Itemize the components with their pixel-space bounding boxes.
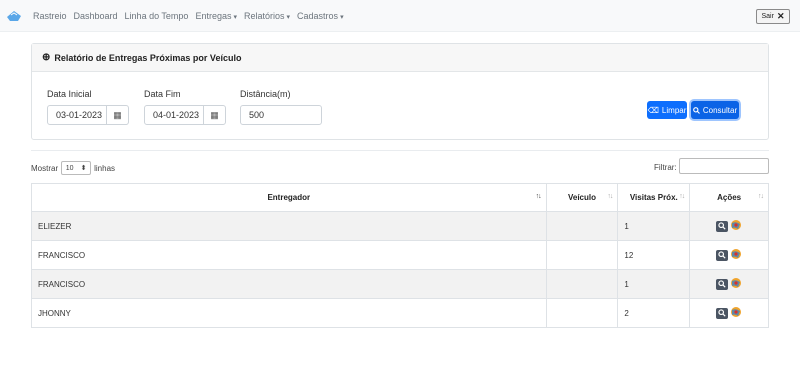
sort-icon[interactable]: ↑↓ [758, 193, 764, 200]
header-label: Veículo [567, 193, 596, 202]
table-row: JHONNY 2 [32, 298, 768, 327]
table-row: FRANCISCO 12 [32, 240, 768, 269]
card-title: Relatório de Entregas Próximas por Veícu… [54, 52, 242, 63]
data-inicial-field[interactable]: 03-01-2023 ▦ [47, 105, 129, 125]
map-pin-icon[interactable] [730, 249, 742, 261]
map-pin-icon[interactable] [730, 220, 742, 232]
cell-visitas: 2 [617, 299, 689, 327]
cell-entregador: FRANCISCO [38, 250, 86, 260]
data-fim-label: Data Fim [144, 89, 181, 99]
data-fim-value: 04-01-2023 [153, 110, 200, 120]
limpar-label: Limpar [661, 105, 687, 115]
search-icon[interactable] [716, 249, 729, 261]
search-icon[interactable] [716, 278, 729, 290]
caret-down-icon: ▾ [340, 14, 344, 21]
search-icon [693, 106, 700, 114]
calendar-icon[interactable]: ▦ [203, 106, 225, 124]
header-veiculo[interactable]: Veículo ↑↓ [545, 184, 618, 211]
table-row: FRANCISCO 1 [32, 269, 768, 298]
card-header: ⊕ Relatório de Entregas Próximas por Veí… [32, 44, 768, 72]
limpar-button[interactable]: ⌫ Limpar [647, 101, 687, 119]
filter-input[interactable] [679, 158, 769, 174]
cell-veiculo [545, 241, 618, 269]
map-pin-icon[interactable] [730, 307, 742, 319]
data-inicial-value: 03-01-2023 [56, 110, 103, 120]
cell-visitas: 1 [617, 270, 689, 298]
table-header-row: Entregador ↑↓ Veículo ↑↓ Visitas Próx. ↑… [32, 184, 768, 211]
search-icon[interactable] [716, 307, 729, 319]
cell-veiculo [545, 299, 618, 327]
table-row: ELIEZER 1 [32, 211, 768, 240]
sort-updown-icon: ⬍ [80, 165, 87, 172]
search-icon[interactable] [716, 220, 729, 232]
consultar-label: Consultar [702, 105, 738, 115]
consultar-button[interactable]: Consultar [691, 101, 739, 119]
header-entregador[interactable]: Entregador ↑↓ [32, 184, 546, 211]
caret-down-icon: ▾ [233, 14, 237, 21]
report-filter-card: ⊕ Relatório de Entregas Próximas por Veí… [31, 43, 769, 140]
data-fim-field[interactable]: 04-01-2023 ▦ [144, 105, 226, 125]
top-navbar: Rastreio Dashboard Linha do Tempo Entreg… [0, 0, 800, 32]
cell-entregador: JHONNY [38, 308, 71, 318]
divider [31, 150, 769, 151]
nav-item-linha-do-tempo[interactable]: Linha do Tempo [125, 11, 189, 21]
cell-visitas: 12 [617, 241, 689, 269]
cell-acoes [689, 212, 768, 240]
logout-button[interactable]: Sair ✕ [756, 9, 790, 24]
cell-veiculo [545, 270, 618, 298]
nav-item-dashboard[interactable]: Dashboard [74, 11, 118, 21]
header-label: Entregador [267, 193, 311, 202]
sort-icon[interactable]: ↑↓ [607, 193, 613, 200]
data-inicial-label: Data Inicial [47, 89, 92, 99]
page-size-select[interactable]: 10 ⬍ [61, 161, 92, 175]
header-visitas[interactable]: Visitas Próx. ↑↓ [617, 184, 689, 211]
calendar-icon[interactable]: ▦ [106, 106, 128, 124]
cell-entregador: FRANCISCO [38, 279, 86, 289]
sort-icon[interactable]: ↑↓ [536, 193, 542, 200]
nav-menu: Rastreio Dashboard Linha do Tempo Entreg… [33, 11, 344, 21]
caret-down-icon: ▾ [286, 14, 291, 21]
distancia-value: 500 [249, 110, 265, 120]
cell-visitas: 1 [617, 212, 689, 240]
cell-veiculo [545, 212, 618, 240]
page-size-value: 10 [65, 164, 74, 172]
logo-icon[interactable] [6, 9, 22, 22]
cell-acoes [689, 299, 768, 327]
distancia-label: Distância(m) [240, 89, 291, 99]
cell-acoes [689, 241, 768, 269]
linhas-label: linhas [94, 163, 116, 173]
header-label: Ações [717, 193, 742, 202]
distancia-field[interactable]: 500 [240, 105, 322, 125]
filtrar-label: Filtrar: [654, 163, 677, 172]
nav-item-entregas[interactable]: Entregas ▾ [195, 11, 237, 21]
eraser-icon: ⌫ [647, 105, 659, 115]
globe-icon: ⊕ [42, 52, 51, 63]
map-pin-icon[interactable] [730, 278, 742, 290]
nav-item-rastreio[interactable]: Rastreio [33, 11, 67, 21]
header-acoes[interactable]: Ações ↑↓ [689, 184, 768, 211]
cell-entregador: ELIEZER [38, 221, 72, 231]
close-icon: ✕ [776, 11, 785, 21]
entregas-table: Entregador ↑↓ Veículo ↑↓ Visitas Próx. ↑… [31, 183, 769, 328]
nav-item-relatorios[interactable]: Relatórios ▾ [244, 11, 290, 21]
page-size-control: Mostrar 10 ⬍ linhas [31, 161, 115, 175]
logout-label: Sair [761, 13, 774, 20]
sort-icon[interactable]: ↑↓ [679, 193, 685, 200]
mostrar-label: Mostrar [31, 163, 59, 173]
cell-acoes [689, 270, 768, 298]
header-label: Visitas Próx. [629, 193, 678, 202]
nav-item-cadastros[interactable]: Cadastros ▾ [297, 11, 344, 21]
